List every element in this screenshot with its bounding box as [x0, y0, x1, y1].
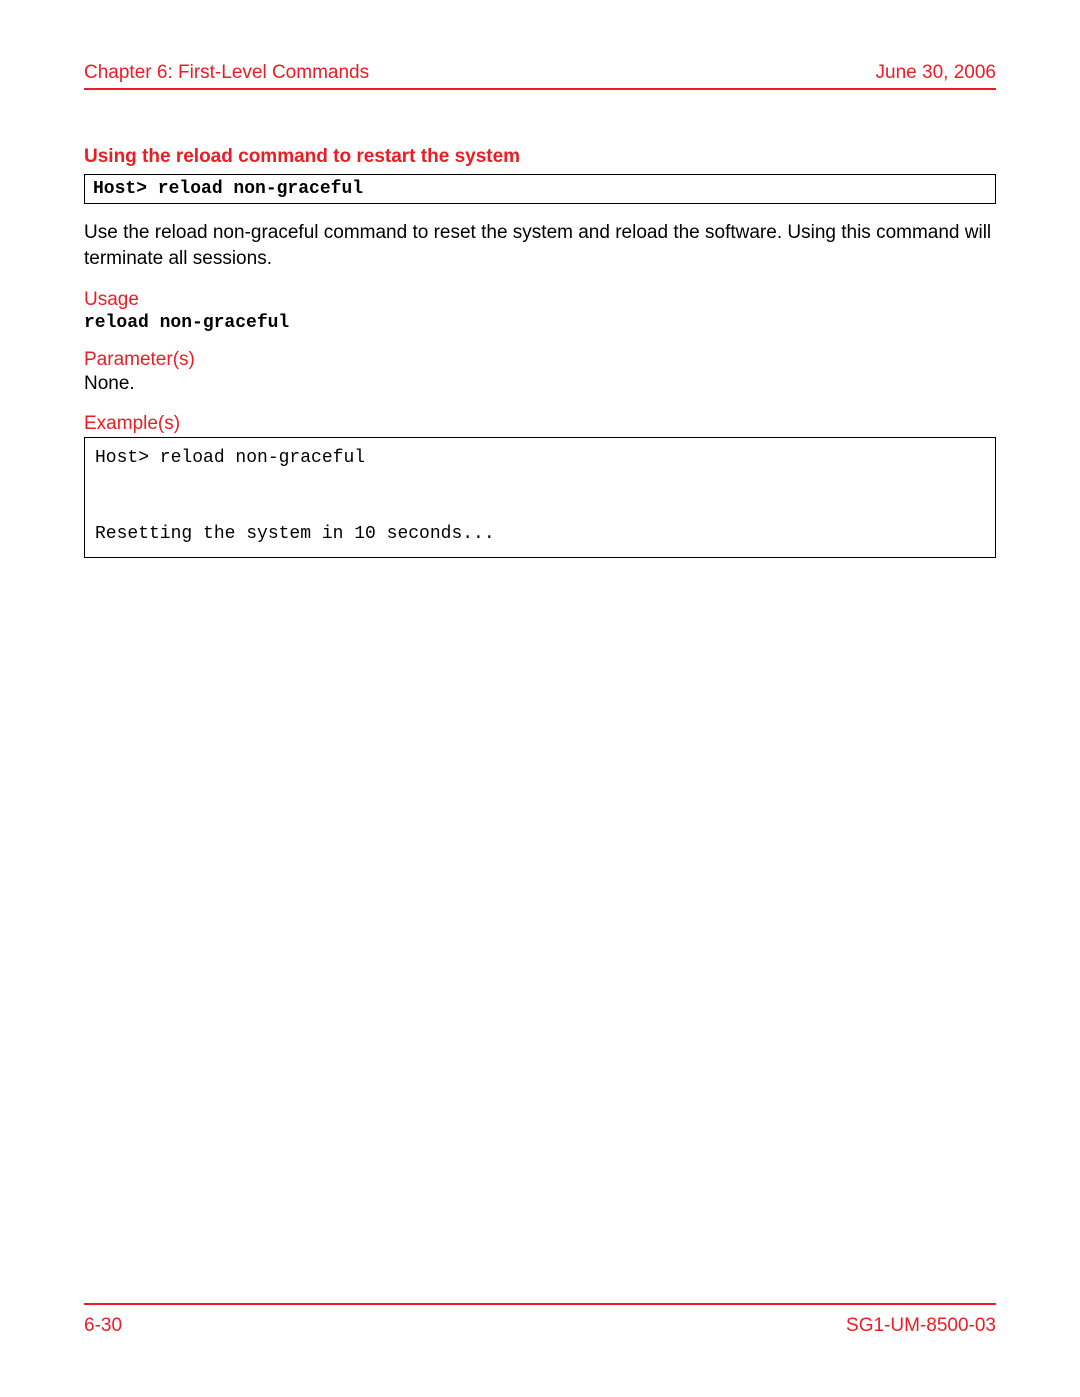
parameters-heading: Parameter(s): [84, 349, 996, 371]
page-container: Chapter 6: First-Level Commands June 30,…: [84, 62, 996, 1337]
header-chapter: Chapter 6: First-Level Commands: [84, 62, 369, 84]
page-header: Chapter 6: First-Level Commands June 30,…: [84, 62, 996, 90]
footer-page-number: 6-30: [84, 1315, 122, 1337]
section-title: Using the reload command to restart the …: [84, 146, 996, 168]
example-output-box: Host> reload non-graceful Resetting the …: [84, 437, 996, 558]
command-syntax-box: Host> reload non-graceful: [84, 174, 996, 204]
examples-heading: Example(s): [84, 413, 996, 435]
usage-code: reload non-graceful: [84, 313, 996, 333]
page-footer: 6-30 SG1-UM-8500-03: [84, 1303, 996, 1337]
section-description: Use the reload non-graceful command to r…: [84, 220, 996, 271]
header-date: June 30, 2006: [876, 62, 996, 84]
usage-heading: Usage: [84, 289, 996, 311]
parameters-value: None.: [84, 373, 996, 395]
footer-doc-id: SG1-UM-8500-03: [846, 1315, 996, 1337]
